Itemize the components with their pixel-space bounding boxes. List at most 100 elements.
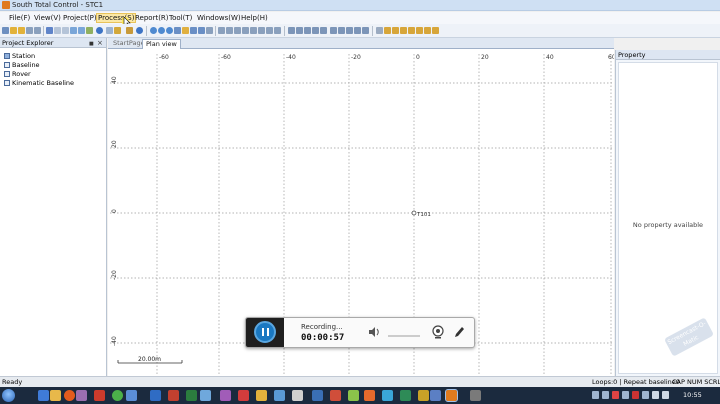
- copy-icon[interactable]: [312, 27, 319, 34]
- app-icon[interactable]: [238, 390, 249, 401]
- report-icon[interactable]: [114, 27, 121, 34]
- process-icon[interactable]: [96, 27, 103, 34]
- tree-item-kinematic-baseline[interactable]: Kinematic Baseline: [4, 79, 74, 88]
- label-icon[interactable]: [346, 27, 353, 34]
- app-icon[interactable]: [312, 390, 323, 401]
- start-button[interactable]: [2, 389, 15, 402]
- table-icon[interactable]: [70, 27, 77, 34]
- menu-report[interactable]: Report(R): [134, 13, 170, 23]
- webcam-icon[interactable]: [432, 325, 444, 339]
- globe-icon[interactable]: [86, 27, 93, 34]
- open-icon[interactable]: [10, 27, 17, 34]
- onenote-icon[interactable]: [220, 390, 231, 401]
- archive-icon[interactable]: [424, 27, 431, 34]
- grid-icon[interactable]: [78, 27, 85, 34]
- log-icon[interactable]: [416, 27, 423, 34]
- layer-icon[interactable]: [330, 27, 337, 34]
- app-icon[interactable]: [348, 390, 359, 401]
- app-icon[interactable]: [274, 390, 285, 401]
- app-icon[interactable]: [256, 390, 267, 401]
- summary-icon[interactable]: [408, 27, 415, 34]
- doc-icon[interactable]: [376, 27, 383, 34]
- paste-icon[interactable]: [320, 27, 327, 34]
- note-icon[interactable]: [384, 27, 391, 34]
- layout-icon[interactable]: [62, 27, 69, 34]
- network-icon[interactable]: [242, 27, 249, 34]
- tool-icon[interactable]: [126, 27, 133, 34]
- menu-view[interactable]: View(V): [33, 13, 62, 23]
- line-icon[interactable]: [106, 27, 113, 34]
- app-icon[interactable]: [292, 390, 303, 401]
- baseline-icon[interactable]: [234, 27, 241, 34]
- network-icon[interactable]: [652, 391, 659, 399]
- symbol-icon[interactable]: [354, 27, 361, 34]
- app-icon[interactable]: [430, 390, 441, 401]
- tray-icon[interactable]: [602, 391, 609, 399]
- app-icon[interactable]: [418, 390, 429, 401]
- list-icon[interactable]: [218, 27, 225, 34]
- refresh-icon[interactable]: [190, 27, 197, 34]
- excel-icon[interactable]: [186, 390, 197, 401]
- taskbar-clock[interactable]: 10:55: [683, 391, 702, 399]
- tree-item-station[interactable]: Station: [4, 52, 35, 61]
- menu-file[interactable]: File(F): [8, 13, 31, 23]
- filter-icon[interactable]: [266, 27, 273, 34]
- powerpoint-icon[interactable]: [168, 390, 179, 401]
- app-icon[interactable]: [382, 390, 393, 401]
- import-icon[interactable]: [296, 27, 303, 34]
- app-icon[interactable]: [364, 390, 375, 401]
- info-icon[interactable]: [136, 27, 143, 34]
- app-icon[interactable]: [330, 390, 341, 401]
- tray-icon[interactable]: [622, 391, 629, 399]
- window-icon[interactable]: [54, 27, 61, 34]
- south-total-control-taskbar-icon[interactable]: [445, 389, 458, 402]
- select-icon[interactable]: [198, 27, 205, 34]
- style-icon[interactable]: [338, 27, 345, 34]
- chart-icon[interactable]: [400, 27, 407, 34]
- map-icon[interactable]: [362, 27, 369, 34]
- tray-icon[interactable]: [612, 391, 619, 399]
- zoom-in-icon[interactable]: [150, 27, 157, 34]
- print-icon[interactable]: [304, 27, 311, 34]
- firefox-icon[interactable]: [64, 390, 75, 401]
- app-icon[interactable]: [126, 390, 137, 401]
- sheet-icon[interactable]: [392, 27, 399, 34]
- adjust-icon[interactable]: [250, 27, 257, 34]
- menu-tool[interactable]: Tool(T): [168, 13, 193, 23]
- tree-item-baseline[interactable]: Baseline: [4, 61, 40, 70]
- pause-recording-button[interactable]: [254, 321, 276, 343]
- export-icon[interactable]: [288, 27, 295, 34]
- undo-icon[interactable]: [34, 27, 41, 34]
- pan-icon[interactable]: [182, 27, 189, 34]
- new-icon[interactable]: [2, 27, 9, 34]
- zoom-extent-icon[interactable]: [174, 27, 181, 34]
- points-icon[interactable]: [226, 27, 233, 34]
- tree-item-rover[interactable]: Rover: [4, 70, 31, 79]
- menu-windows[interactable]: Windows(W): [196, 13, 242, 23]
- ie-icon[interactable]: [38, 390, 49, 401]
- pen-icon[interactable]: [453, 325, 465, 339]
- zoom-window-icon[interactable]: [166, 27, 173, 34]
- menu-project[interactable]: Project(P): [62, 13, 98, 23]
- zoom-out-icon[interactable]: [158, 27, 165, 34]
- tray-icon[interactable]: [632, 391, 639, 399]
- menu-help[interactable]: Help(H): [240, 13, 269, 23]
- tab-plan-view[interactable]: Plan view: [142, 39, 181, 49]
- explorer-icon[interactable]: [50, 390, 61, 401]
- app-icon[interactable]: [470, 390, 481, 401]
- app-icon[interactable]: [200, 390, 211, 401]
- chrome-icon[interactable]: [112, 390, 123, 401]
- volume-icon[interactable]: [662, 391, 669, 399]
- loop-icon[interactable]: [258, 27, 265, 34]
- volume-slider[interactable]: [388, 335, 420, 337]
- open-folder-icon[interactable]: [18, 27, 25, 34]
- media-icon[interactable]: [76, 390, 87, 401]
- speaker-icon[interactable]: [368, 326, 380, 338]
- tray-icon[interactable]: [592, 391, 599, 399]
- coordinate-icon[interactable]: [274, 27, 281, 34]
- close-icon[interactable]: ×: [97, 38, 103, 48]
- settings-icon[interactable]: [46, 27, 53, 34]
- output-icon[interactable]: [432, 27, 439, 34]
- app-icon[interactable]: [94, 390, 105, 401]
- measure-icon[interactable]: [206, 27, 213, 34]
